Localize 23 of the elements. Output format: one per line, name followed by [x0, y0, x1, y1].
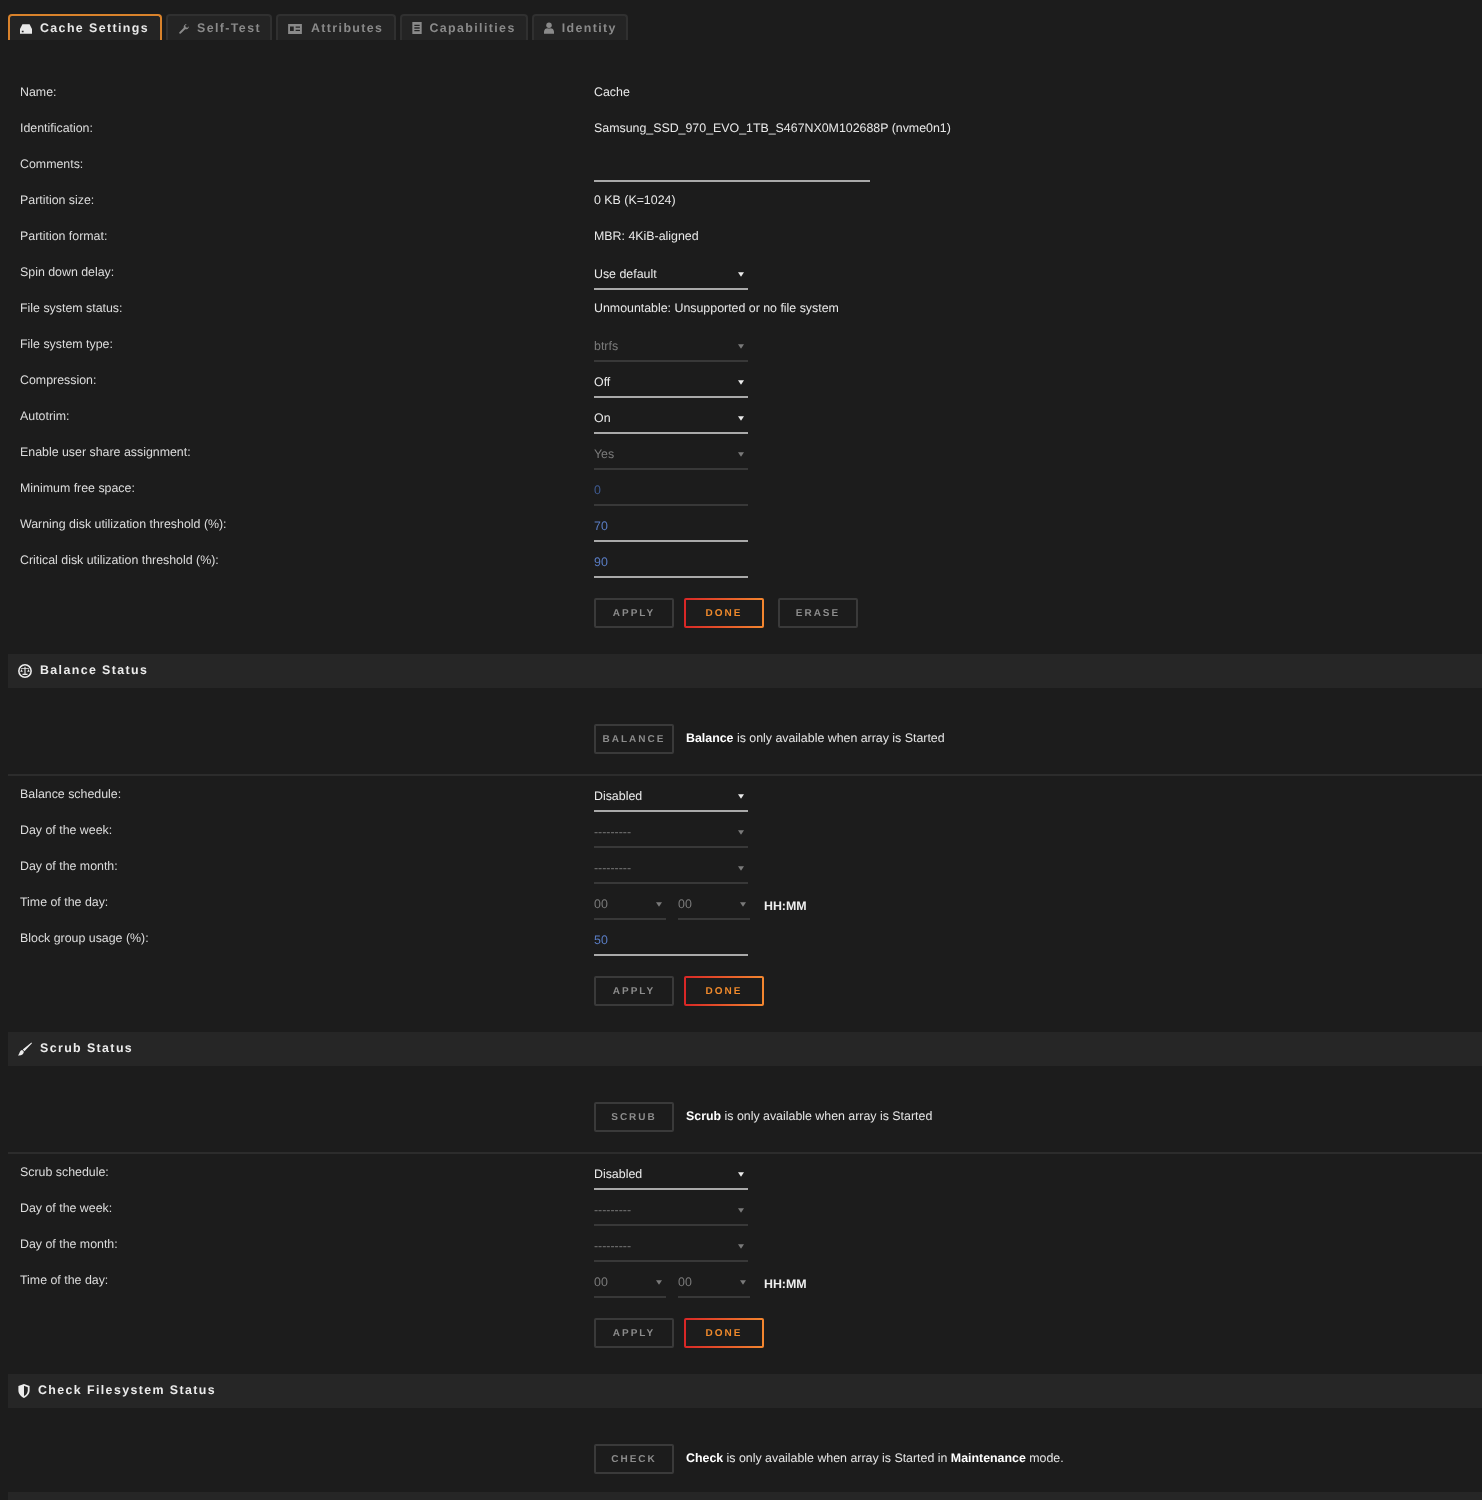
caret-icon: [738, 416, 744, 422]
caret-icon: [738, 1208, 744, 1214]
caret-icon: [738, 344, 744, 350]
brush-icon: [18, 1042, 32, 1056]
caret-icon: [738, 452, 744, 458]
drive-icon: [20, 23, 32, 33]
user-icon: [543, 22, 554, 34]
caret-icon: [740, 902, 746, 908]
caret-icon: [656, 1280, 662, 1286]
id-card-icon: [288, 23, 303, 33]
caret-icon: [656, 902, 662, 908]
caret-icon: [738, 1172, 744, 1178]
caret-icon: [738, 1244, 744, 1250]
caret-icon: [738, 794, 744, 800]
caret-icon: [738, 866, 744, 872]
balance-scale-icon: [18, 664, 32, 678]
caret-icon: [738, 380, 744, 386]
wrench-icon: [177, 23, 189, 33]
caret-icon: [740, 1280, 746, 1286]
caret-icon: [738, 272, 744, 278]
document-icon: [411, 22, 422, 34]
shield-icon: [18, 1384, 30, 1398]
caret-icon: [738, 830, 744, 836]
